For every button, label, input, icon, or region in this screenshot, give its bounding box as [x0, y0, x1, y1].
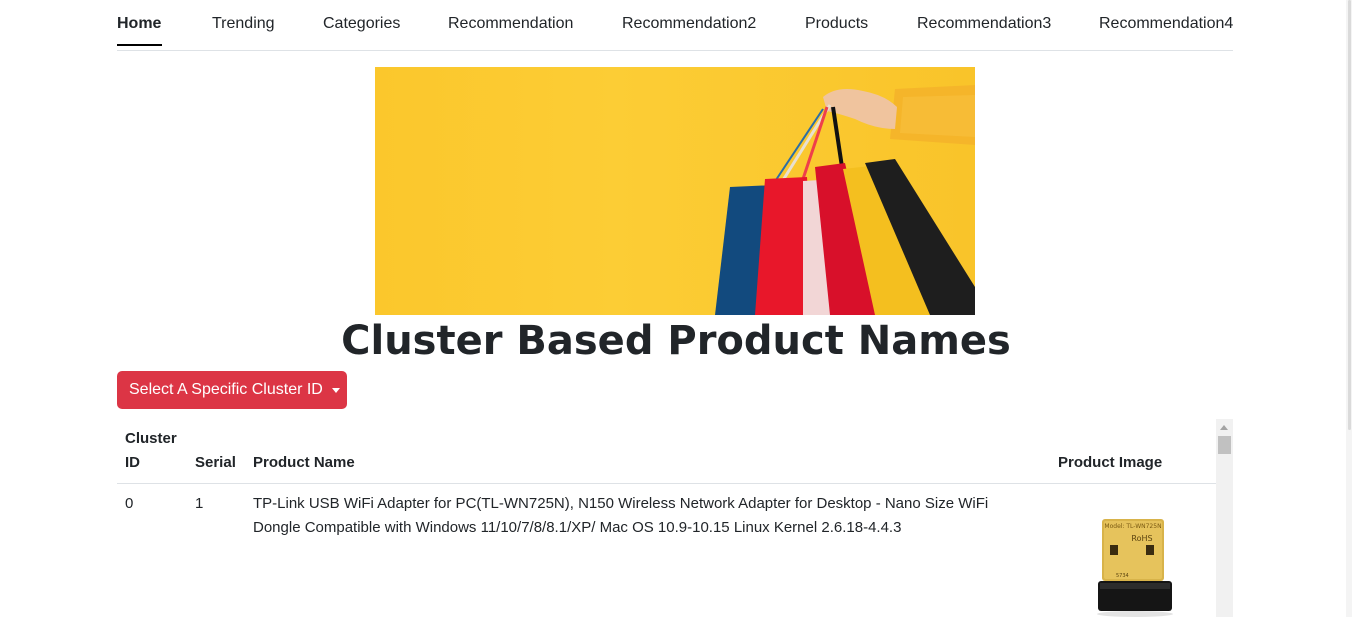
window-scrollbar-thumb[interactable]	[1348, 0, 1351, 430]
nav-tab-recommendation4[interactable]: Recommendation4	[1099, 15, 1233, 33]
shopping-bags-banner	[375, 67, 975, 315]
table-scrollbar[interactable]	[1216, 419, 1233, 617]
image-rohs-text: RoHS	[1131, 534, 1152, 543]
usb-wifi-adapter-image: Model: TL-WN725N RoHS 5734	[1090, 515, 1190, 617]
header-product-name: Product Name	[253, 454, 355, 471]
header-product-image: Product Image	[1058, 454, 1163, 471]
caret-down-icon	[331, 387, 340, 393]
cell-product-name-line1: TP-Link USB WiFi Adapter for PC(TL-WN725…	[253, 495, 989, 512]
page-title: Cluster Based Product Names	[341, 318, 1011, 364]
nav-tab-recommendation[interactable]: Recommendation	[448, 15, 573, 33]
nav-tab-home[interactable]: Home	[117, 15, 161, 33]
scroll-up-arrow-icon[interactable]	[1220, 425, 1228, 430]
window-scrollbar[interactable]	[1346, 0, 1352, 617]
header-cluster-id-line2: ID	[125, 454, 140, 471]
nav-tab-recommendation2[interactable]: Recommendation2	[622, 15, 756, 33]
dropdown-label: Select A Specific Cluster ID	[129, 381, 323, 398]
cell-serial: 1	[195, 495, 204, 512]
nav-tab-categories[interactable]: Categories	[323, 15, 400, 33]
header-cluster-id-line1: Cluster	[125, 430, 177, 447]
header-serial: Serial	[195, 454, 236, 471]
image-model-text: Model: TL-WN725N	[1104, 523, 1161, 530]
nav-tab-trending[interactable]: Trending	[212, 15, 275, 33]
top-nav: Home Trending Categories Recommendation …	[117, 0, 1233, 51]
cluster-id-dropdown-button[interactable]: Select A Specific Cluster ID	[117, 371, 347, 409]
cell-cluster-id: 0	[125, 495, 134, 512]
cell-product-name-line2: Dongle Compatible with Windows 11/10/7/8…	[253, 519, 902, 536]
image-code-text: 5734	[1116, 573, 1129, 579]
table-scrollbar-thumb[interactable]	[1218, 436, 1231, 454]
product-table: Cluster ID Serial Product Name Product I…	[117, 419, 1233, 617]
page: Home Trending Categories Recommendation …	[0, 0, 1352, 617]
header-divider	[117, 483, 1216, 484]
active-tab-underline	[117, 44, 162, 46]
nav-tab-recommendation3[interactable]: Recommendation3	[917, 15, 1051, 33]
nav-tab-products[interactable]: Products	[805, 15, 868, 33]
banner-illustration	[715, 85, 975, 315]
